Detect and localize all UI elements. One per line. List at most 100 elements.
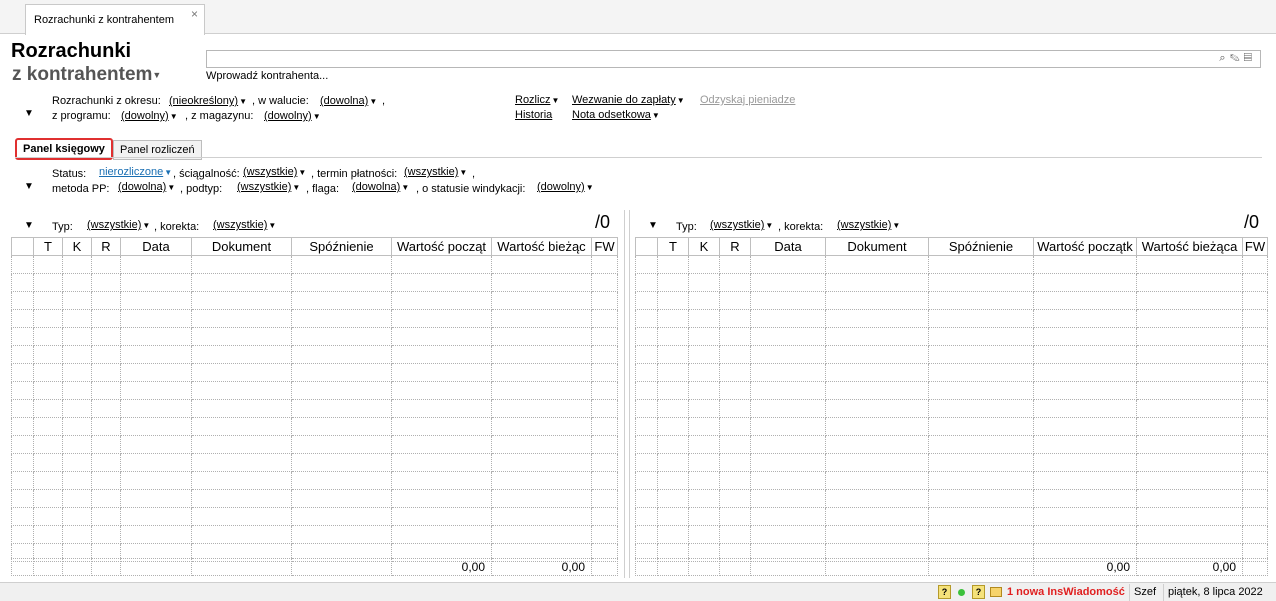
column-header-fw[interactable]: FW: [1242, 237, 1268, 256]
table-row[interactable]: [11, 309, 618, 328]
table-row[interactable]: [635, 453, 1268, 472]
collapse-status-filters-icon[interactable]: ▼: [24, 181, 34, 192]
table-row[interactable]: [635, 255, 1268, 274]
table-row[interactable]: [11, 399, 618, 418]
help-icon[interactable]: ?: [972, 585, 985, 599]
table-row[interactable]: [635, 363, 1268, 382]
column-header-wartosc-poczatkowa[interactable]: Wartość początk: [1033, 237, 1137, 256]
right-typ-dropdown[interactable]: (wszystkie)▼: [710, 219, 773, 231]
column-header-dokument[interactable]: Dokument: [825, 237, 929, 256]
table-row[interactable]: [635, 273, 1268, 292]
table-row[interactable]: [11, 345, 618, 364]
column-header-select[interactable]: [635, 237, 658, 256]
left-typ-dropdown[interactable]: (wszystkie)▼: [87, 219, 150, 231]
waluta-tail: ,: [382, 95, 386, 107]
table-row[interactable]: [635, 327, 1268, 346]
magazyn-dropdown[interactable]: (dowolny)▼: [264, 110, 321, 122]
metoda-dropdown[interactable]: (dowolna)▼: [118, 181, 175, 193]
table-row[interactable]: [635, 291, 1268, 310]
help-icon[interactable]: ?: [938, 585, 951, 599]
column-header-wartosc-poczatkowa[interactable]: Wartość począt: [391, 237, 492, 256]
flaga-dropdown[interactable]: (dowolna)▼: [352, 181, 409, 193]
table-row[interactable]: [635, 399, 1268, 418]
table-row[interactable]: [11, 291, 618, 310]
table-row[interactable]: [635, 309, 1268, 328]
right-korekta-dropdown[interactable]: (wszystkie)▼: [837, 219, 900, 231]
column-header-t[interactable]: T: [657, 237, 689, 256]
program-dropdown[interactable]: (dowolny)▼: [121, 110, 178, 122]
table-row[interactable]: [635, 417, 1268, 436]
left-korekta-label: , korekta:: [154, 221, 200, 233]
column-header-t[interactable]: T: [33, 237, 63, 256]
table-row[interactable]: [635, 525, 1268, 544]
pencil-icon[interactable]: ✎: [1230, 52, 1244, 64]
column-header-r[interactable]: R: [719, 237, 751, 256]
table-row[interactable]: [11, 363, 618, 382]
notification-link[interactable]: 1 nowa InsWiadomość: [1003, 584, 1129, 601]
column-header-k[interactable]: K: [688, 237, 720, 256]
rozlicz-menu[interactable]: Rozlicz▼: [515, 94, 559, 106]
podtyp-dropdown[interactable]: (wszystkie)▼: [237, 181, 300, 193]
left-korekta-value: (wszystkie): [213, 219, 268, 231]
close-icon[interactable]: ×: [191, 7, 198, 21]
historia-link[interactable]: Historia: [515, 109, 552, 121]
status-bar: ? ? 1 nowa InsWiadomość Szef piątek, 8 l…: [0, 582, 1276, 601]
table-row[interactable]: [11, 453, 618, 472]
column-header-spoznienie[interactable]: Spóźnienie: [291, 237, 392, 256]
status-dropdown[interactable]: nierozliczone▼: [99, 166, 172, 178]
document-tab[interactable]: Rozrachunki z kontrahentem ×: [25, 4, 205, 35]
table-row[interactable]: [11, 435, 618, 454]
table-row[interactable]: [635, 489, 1268, 508]
table-row[interactable]: [635, 345, 1268, 364]
wezwanie-label: Wezwanie do zapłaty: [572, 94, 676, 106]
windykacja-dropdown[interactable]: (dowolny)▼: [537, 181, 594, 193]
dropdown-arrow-icon: ▼: [651, 111, 660, 120]
panel-splitter[interactable]: [624, 210, 630, 578]
column-header-wartosc-biezaca[interactable]: Wartość bieżąca: [1136, 237, 1243, 256]
contractor-search-input[interactable]: [211, 51, 1191, 67]
search-icon[interactable]: ⌕: [1219, 52, 1229, 64]
table-row[interactable]: [635, 381, 1268, 400]
column-header-spoznienie[interactable]: Spóźnienie: [928, 237, 1034, 256]
odzyskaj-link[interactable]: Odzyskaj pieniadze: [700, 94, 795, 106]
table-row[interactable]: [11, 381, 618, 400]
right-panel-collapse-icon[interactable]: ▼: [648, 220, 658, 231]
column-header-r[interactable]: R: [91, 237, 121, 256]
sciagalnosc-dropdown[interactable]: (wszystkie)▼: [243, 166, 306, 178]
column-header-fw[interactable]: FW: [591, 237, 618, 256]
okres-dropdown[interactable]: (nieokreślony)▼: [169, 95, 247, 107]
column-header-select[interactable]: [11, 237, 34, 256]
column-header-k[interactable]: K: [62, 237, 92, 256]
right-totals: 0,00 0,00: [635, 558, 1268, 576]
left-korekta-dropdown[interactable]: (wszystkie)▼: [213, 219, 276, 231]
table-row[interactable]: [635, 435, 1268, 454]
column-header-wartosc-biezaca[interactable]: Wartość bieżąc: [491, 237, 592, 256]
table-row[interactable]: [11, 417, 618, 436]
table-row[interactable]: [11, 507, 618, 526]
table-row[interactable]: [11, 255, 618, 274]
list-icon[interactable]: ▤: [1244, 52, 1256, 64]
table-row[interactable]: [11, 327, 618, 346]
message-icon[interactable]: [990, 587, 1002, 597]
collapse-filters-icon[interactable]: ▼: [24, 108, 34, 119]
column-header-data[interactable]: Data: [120, 237, 192, 256]
podtyp-value: (wszystkie): [237, 181, 292, 193]
dropdown-arrow-icon: ▼: [239, 97, 248, 106]
flaga-value: (dowolna): [352, 181, 401, 193]
column-header-dokument[interactable]: Dokument: [191, 237, 292, 256]
wezwanie-menu[interactable]: Wezwanie do zapłaty▼: [572, 94, 685, 106]
table-row[interactable]: [11, 525, 618, 544]
table-row[interactable]: [11, 471, 618, 490]
column-header-data[interactable]: Data: [750, 237, 826, 256]
right-totals-table: 0,00 0,00: [635, 558, 1268, 576]
page-subtitle[interactable]: z kontrahentem▼: [12, 64, 161, 86]
program-value: (dowolny): [121, 110, 169, 122]
termin-dropdown[interactable]: (wszystkie)▼: [404, 166, 467, 178]
waluta-dropdown[interactable]: (dowolna)▼: [320, 95, 377, 107]
nota-menu[interactable]: Nota odsetkowa▼: [572, 109, 660, 121]
table-row[interactable]: [11, 489, 618, 508]
table-row[interactable]: [11, 273, 618, 292]
table-row[interactable]: [635, 471, 1268, 490]
table-row[interactable]: [635, 507, 1268, 526]
left-panel-collapse-icon[interactable]: ▼: [24, 220, 34, 231]
